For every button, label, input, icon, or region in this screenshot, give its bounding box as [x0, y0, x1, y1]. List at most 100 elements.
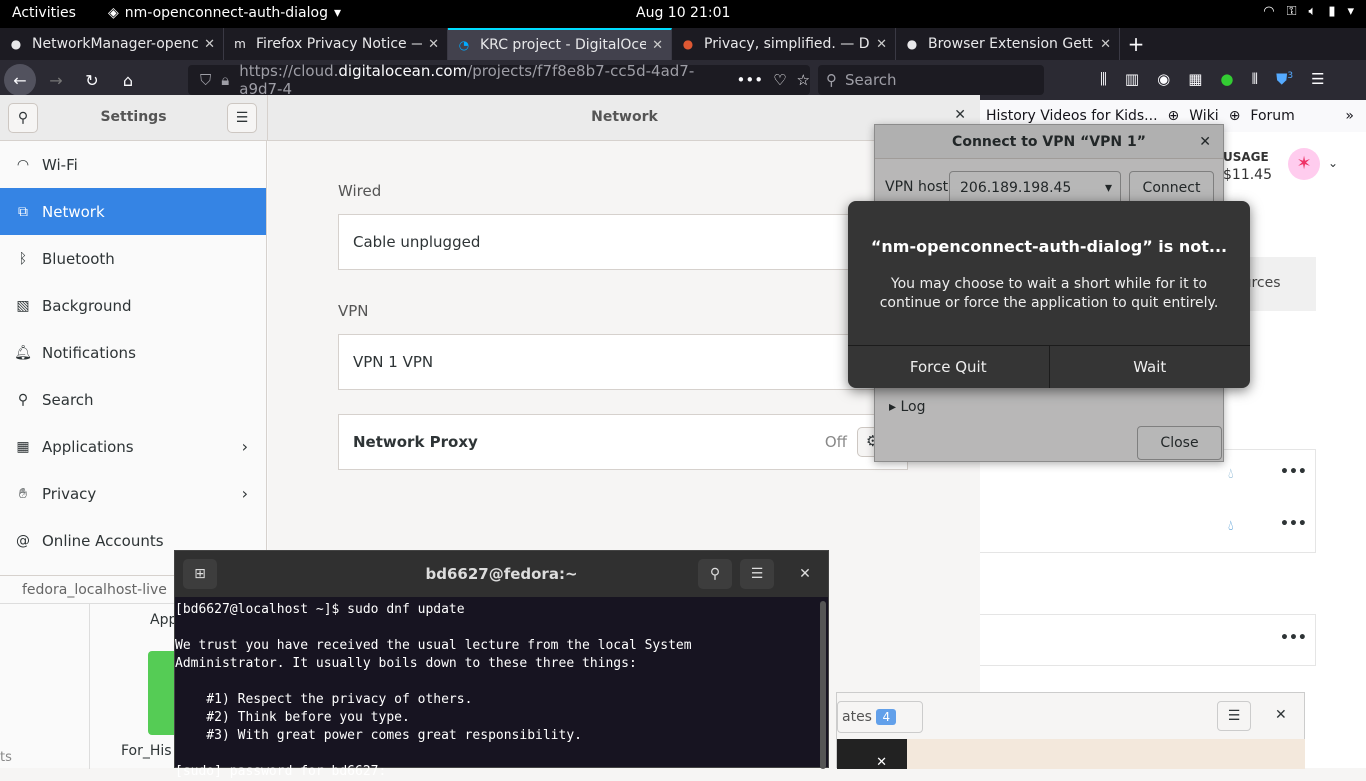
- menu-icon: ☰: [235, 110, 249, 126]
- proxy-label: Network Proxy: [353, 433, 478, 451]
- terminal-output[interactable]: [bd6627@localhost ~]$ sudo dnf update We…: [175, 601, 692, 781]
- globe-icon: ⊕: [1167, 108, 1180, 124]
- duckduckgo-icon: ●: [682, 37, 694, 51]
- software-window: ates 4 ☰ ✕ ✕: [836, 692, 1305, 770]
- files-window: fedora_localhost-live ts App For_His: [0, 575, 177, 769]
- tab-browser-extension[interactable]: ● Browser Extension Gettin ✕: [896, 28, 1120, 60]
- account-icon[interactable]: ◉: [1157, 70, 1170, 88]
- close-icon[interactable]: ✕: [652, 38, 663, 53]
- clock[interactable]: Aug 10 21:01: [636, 5, 730, 21]
- close-icon[interactable]: ✕: [837, 739, 907, 770]
- sidebar-item-bluetooth[interactable]: ᛒ Bluetooth: [0, 235, 266, 282]
- page-title: Network: [591, 109, 658, 125]
- sidebar-item-privacy[interactable]: ✋︎ Privacy ›: [0, 470, 266, 517]
- more-icon[interactable]: •••: [737, 71, 764, 89]
- search-icon: ⚲: [709, 566, 721, 582]
- folder-icon[interactable]: [148, 651, 174, 735]
- sidebar-icon[interactable]: ▥: [1125, 70, 1139, 88]
- tab-updates[interactable]: ates 4: [837, 701, 923, 733]
- sidebar-item-network[interactable]: ⧉ Network: [0, 188, 266, 235]
- proxy-row[interactable]: Network Proxy Off ⚙: [338, 414, 908, 470]
- bookmark-wiki[interactable]: Wiki: [1189, 108, 1218, 124]
- extension-bars-icon[interactable]: ⦀: [1251, 70, 1258, 88]
- home-button[interactable]: ⌂: [112, 64, 144, 96]
- settings-sidebar-header: ⚲ Settings ☰: [0, 95, 267, 141]
- menu-icon[interactable]: ☰: [1311, 70, 1324, 88]
- new-tab-button[interactable]: +: [1120, 28, 1152, 60]
- sidebar-item-background[interactable]: ▧ Background: [0, 282, 266, 329]
- extensions-icon[interactable]: ▦: [1188, 70, 1202, 88]
- sidebar-item-search[interactable]: ⚲ Search: [0, 376, 266, 423]
- sidebar-item-applications[interactable]: ▦ Applications ›: [0, 423, 266, 470]
- vpn-name: VPN 1 VPN: [353, 353, 434, 371]
- pocket-icon[interactable]: ♡: [773, 71, 786, 89]
- tab-firefox-privacy[interactable]: m Firefox Privacy Notice — ✕: [224, 28, 448, 60]
- tab-label: ates: [842, 709, 872, 725]
- sidebar-item-wifi[interactable]: ◠ Wi-Fi: [0, 141, 266, 188]
- sidebar-item-notifications[interactable]: 🔔︎ Notifications: [0, 329, 266, 376]
- terminal-header: ⊞ bd6627@fedora:~ ⚲ ☰ ✕: [175, 551, 828, 597]
- system-tray[interactable]: ◠ ⚿ 🔈︎ ▮ ▾: [1263, 4, 1354, 19]
- chevron-down-icon: ▾: [1347, 4, 1354, 19]
- files-sidebar-item[interactable]: ts: [0, 750, 12, 765]
- close-icon[interactable]: ✕: [428, 37, 439, 52]
- vpn-row: VPN 1 VPN: [338, 334, 908, 390]
- bitwarden-icon[interactable]: ⛊3: [1276, 70, 1293, 88]
- menu-button[interactable]: ☰: [740, 559, 774, 589]
- close-icon[interactable]: ✕: [1100, 37, 1111, 52]
- more-icon[interactable]: •••: [1280, 630, 1307, 646]
- folder-label[interactable]: For_His: [121, 743, 172, 759]
- wait-button[interactable]: Wait: [1050, 346, 1251, 388]
- chevron-right-icon[interactable]: »: [1345, 108, 1354, 124]
- droplet-icon: 💧︎: [1228, 466, 1234, 482]
- bookmark-forum[interactable]: Forum: [1250, 108, 1294, 124]
- files-sidebar: ts: [0, 604, 90, 769]
- banner: [907, 739, 1305, 769]
- sidebar-item-label: Search: [42, 390, 94, 409]
- library-icon[interactable]: ⫼: [1100, 70, 1107, 88]
- bookmark-history-videos[interactable]: History Videos for Kids...: [986, 108, 1158, 124]
- lock-icon[interactable]: 🔒︎: [221, 71, 229, 89]
- tab-label: Privacy, simplified. — Du: [704, 36, 871, 52]
- activities-button[interactable]: Activities: [12, 5, 76, 21]
- close-icon[interactable]: ✕: [1275, 707, 1287, 723]
- star-icon[interactable]: ☆: [797, 71, 810, 89]
- location-bar[interactable]: fedora_localhost-live: [0, 576, 174, 604]
- app-icon: ◈: [108, 5, 119, 21]
- scrollbar[interactable]: [820, 601, 826, 769]
- back-button[interactable]: ←: [4, 64, 36, 96]
- close-icon[interactable]: ✕: [954, 107, 966, 123]
- shield-icon[interactable]: ⛉: [200, 71, 211, 89]
- close-icon[interactable]: ✕: [204, 37, 215, 52]
- resource-list: [980, 449, 1316, 553]
- search-input[interactable]: ⚲ Search: [818, 65, 1044, 95]
- force-quit-button[interactable]: Force Quit: [848, 346, 1050, 388]
- reload-button[interactable]: ↻: [76, 64, 108, 96]
- close-icon[interactable]: ✕: [876, 37, 887, 52]
- github-icon: ●: [906, 37, 918, 51]
- alert-title: “nm-openconnect-auth-dialog” is not...: [870, 237, 1228, 256]
- app-menu-label: nm-openconnect-auth-dialog: [124, 5, 328, 21]
- search-button[interactable]: ⚲: [698, 559, 732, 589]
- more-icon[interactable]: •••: [1280, 516, 1307, 532]
- sidebar-item-label: Wi-Fi: [42, 155, 78, 174]
- usage-value: $11.45: [1223, 167, 1272, 183]
- more-icon[interactable]: •••: [1280, 464, 1307, 480]
- forward-button[interactable]: →: [40, 64, 72, 96]
- extension-green-icon[interactable]: ●: [1220, 70, 1233, 88]
- tab-duckduckgo[interactable]: ● Privacy, simplified. — Du ✕: [672, 28, 896, 60]
- url-bar[interactable]: ⛉ 🔒︎ https://cloud.digitalocean.com/proj…: [188, 62, 810, 98]
- menu-button[interactable]: ☰: [227, 103, 257, 133]
- tab-networkmanager[interactable]: ● NetworkManager-openc ✕: [0, 28, 224, 60]
- volume-icon: 🔈︎: [1308, 4, 1317, 19]
- chevron-down-icon[interactable]: ⌄: [1328, 156, 1338, 170]
- close-button[interactable]: ✕: [788, 559, 822, 589]
- tab-label: NetworkManager-openc: [32, 36, 199, 52]
- avatar[interactable]: ✶: [1288, 148, 1320, 180]
- resource-row: [980, 614, 1316, 666]
- apps-icon: ▦: [16, 438, 30, 455]
- menu-button[interactable]: ☰: [1217, 701, 1251, 731]
- search-icon: ⚲: [826, 71, 837, 89]
- app-menu[interactable]: ◈ nm-openconnect-auth-dialog ▾: [108, 5, 341, 21]
- tab-krc-project[interactable]: ◔ KRC project - DigitalOce ✕: [448, 28, 672, 60]
